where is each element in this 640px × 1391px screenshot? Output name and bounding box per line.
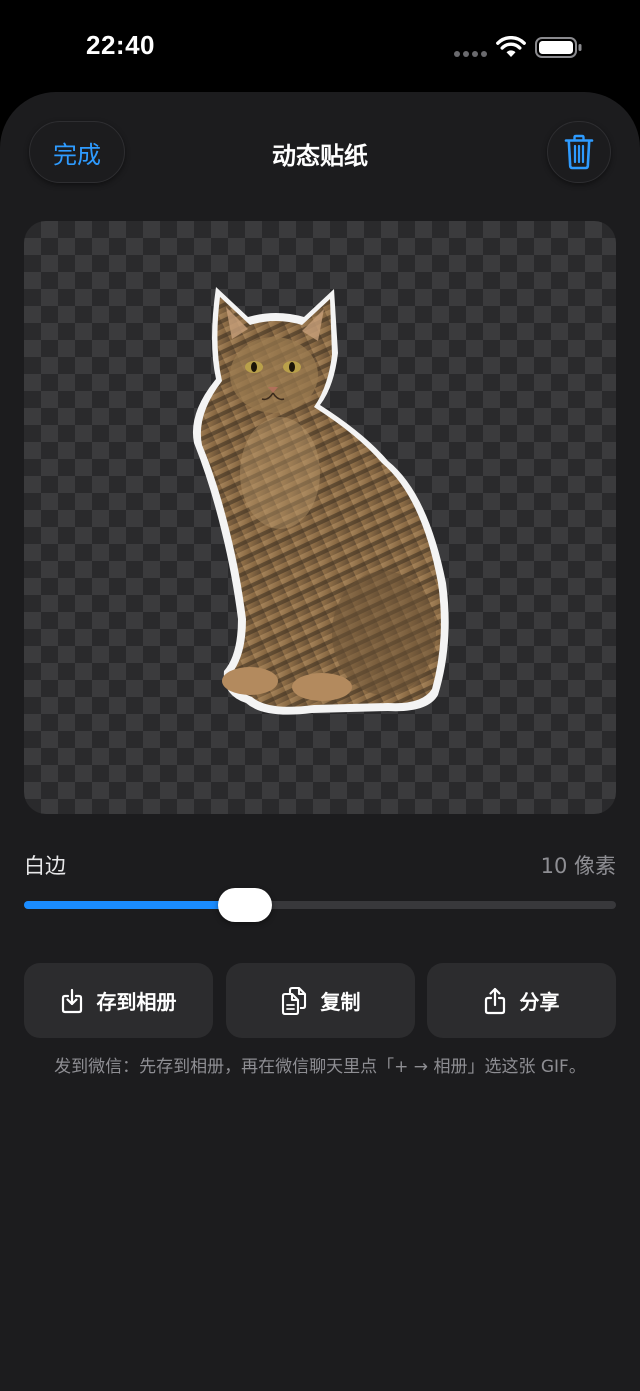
- save-to-album-button[interactable]: 存到相册: [24, 963, 213, 1038]
- wechat-hint: 发到微信：先存到相册，再在微信聊天里点「+ → 相册」选这张 GIF。: [54, 1057, 586, 1077]
- page-title: 动态贴纸: [272, 142, 368, 170]
- border-width-label: 白边: [24, 854, 66, 878]
- signal-dots-icon: [454, 51, 487, 57]
- border-width-value: 10 像素: [540, 854, 616, 878]
- delete-button[interactable]: [547, 121, 611, 183]
- share-icon: [484, 987, 505, 1014]
- copy-icon: [281, 986, 306, 1015]
- sticker-preview-canvas: [24, 221, 616, 814]
- trash-icon: [564, 134, 594, 170]
- battery-icon: [535, 37, 582, 58]
- cat-sticker-image: [192, 287, 449, 715]
- status-time: 22:40: [86, 30, 155, 60]
- wifi-icon: [496, 36, 526, 57]
- status-bar: 22:40: [0, 0, 640, 92]
- copy-label: 复制: [320, 990, 361, 1014]
- save-to-album-label: 存到相册: [96, 990, 177, 1014]
- screen: 22:40 完成 动态贴纸 白边 10 像素 存到相册 复制 分享 发到微信：先…: [0, 0, 640, 1391]
- sticker-sheet: 完成 动态贴纸 白边 10 像素 存到相册 复制 分享 发到微信：先存到相册，再…: [0, 92, 640, 1391]
- copy-button[interactable]: 复制: [226, 963, 415, 1038]
- share-label: 分享: [519, 990, 560, 1014]
- share-button[interactable]: 分享: [427, 963, 616, 1038]
- slider-fill: [24, 901, 245, 909]
- border-width-slider[interactable]: [24, 888, 616, 922]
- slider-thumb[interactable]: [217, 888, 272, 922]
- save-to-album-icon: [61, 988, 82, 1013]
